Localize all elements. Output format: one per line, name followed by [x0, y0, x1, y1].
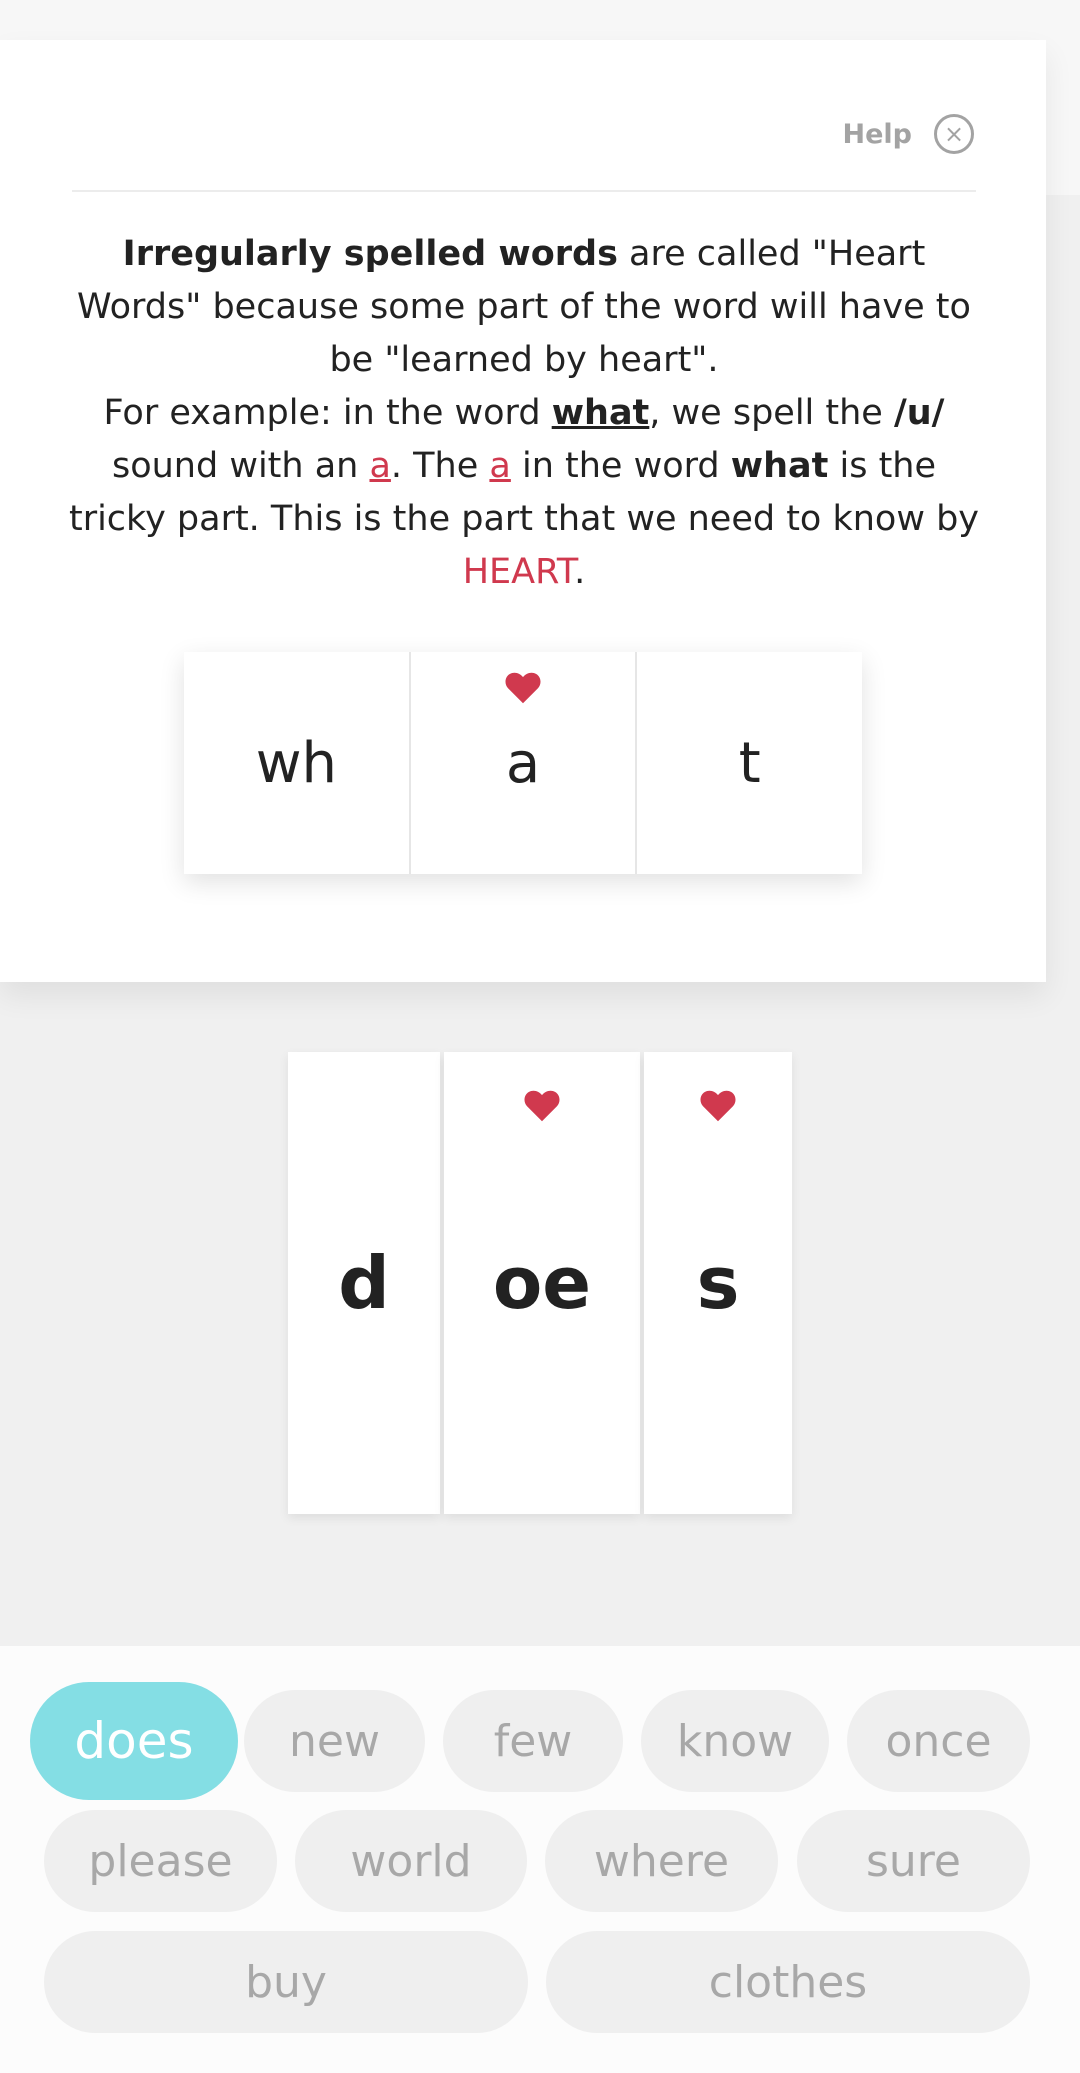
top-bar	[0, 0, 1080, 40]
sample-word-card: wh a t	[184, 652, 862, 874]
word-chip-does[interactable]: does	[30, 1682, 238, 1800]
example-sound: /u/	[893, 393, 945, 433]
word-tile-text: d	[338, 1241, 390, 1325]
word-tile-text: s	[696, 1241, 740, 1325]
word-chip-buy[interactable]: buy	[44, 1931, 528, 2033]
explanation-text: sound with an	[111, 446, 370, 486]
word-chip-clothes[interactable]: clothes	[546, 1931, 1030, 2033]
divider	[72, 190, 976, 192]
word-chip-world[interactable]: world	[295, 1810, 527, 1912]
word-chip-know[interactable]: know	[641, 1690, 829, 1792]
word-part-text: t	[738, 730, 761, 796]
explanation-text: , we spell the	[649, 393, 894, 433]
word-chip-new[interactable]: new	[244, 1690, 425, 1792]
heart-icon	[700, 1090, 736, 1122]
word-chip-where[interactable]: where	[545, 1810, 778, 1912]
heart-icon	[505, 672, 541, 704]
explanation-text: . The	[390, 446, 490, 486]
word-tile-text: oe	[492, 1241, 592, 1325]
sample-word-part: t	[637, 652, 862, 874]
current-word-tiles: d oe s	[288, 1052, 794, 1514]
word-bank: does new few know once please world wher…	[0, 1646, 1080, 2073]
word-chip-please[interactable]: please	[44, 1810, 277, 1912]
example-word: what	[551, 393, 650, 433]
word-part-text: a	[505, 730, 541, 796]
help-panel: Help × Irregularly spelled words are cal…	[0, 40, 1046, 982]
explanation-text: in the word	[510, 446, 731, 486]
heart-icon	[524, 1090, 560, 1122]
help-label: Help	[842, 118, 913, 150]
close-icon[interactable]: ×	[934, 114, 974, 154]
word-tile[interactable]: s	[644, 1052, 792, 1514]
sample-word-part: wh	[184, 652, 411, 874]
help-explanation: Irregularly spelled words are called "He…	[60, 228, 988, 599]
word-tile[interactable]: oe	[444, 1052, 640, 1514]
word-chip-once[interactable]: once	[847, 1690, 1030, 1792]
word-chip-sure[interactable]: sure	[797, 1810, 1030, 1912]
heart-emphasis: HEART	[462, 552, 575, 592]
tricky-letter: a	[489, 446, 511, 486]
word-chip-few[interactable]: few	[443, 1690, 623, 1792]
word-part-text: wh	[255, 730, 337, 796]
word-tile[interactable]: d	[288, 1052, 440, 1514]
help-header: Help ×	[842, 114, 974, 154]
explanation-term: Irregularly spelled words	[122, 234, 618, 274]
tricky-letter: a	[369, 446, 391, 486]
explanation-text: For example: in the word	[103, 393, 552, 433]
example-word: what	[730, 446, 829, 486]
sample-word-part: a	[411, 652, 638, 874]
background-strip	[1046, 40, 1080, 195]
explanation-text: .	[574, 552, 586, 592]
